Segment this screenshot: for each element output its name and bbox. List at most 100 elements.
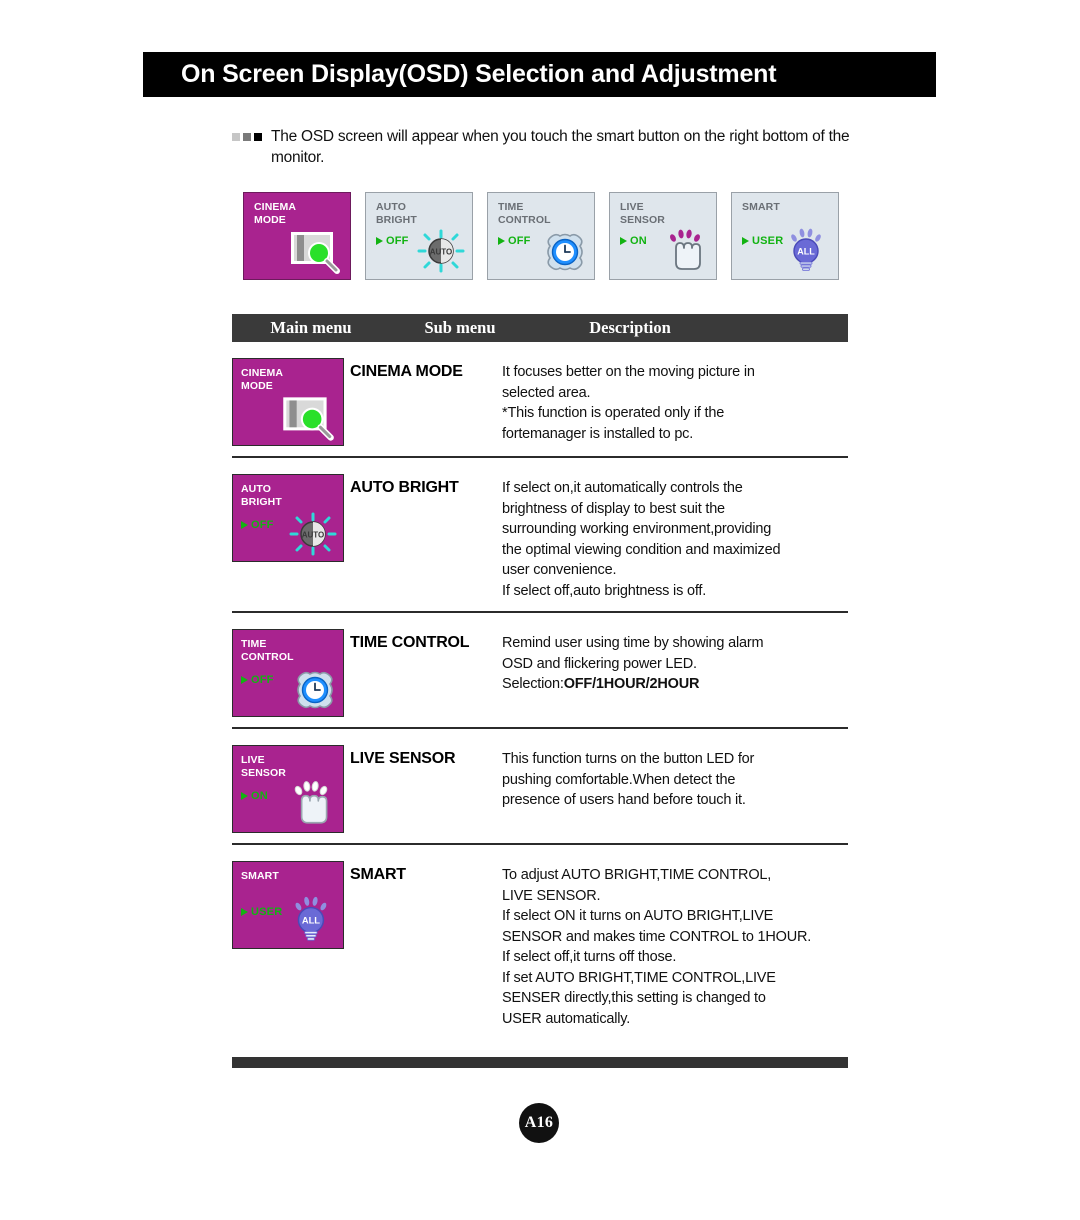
osd-label-line1: SMART [742,201,780,213]
osd-value-text: ON [630,235,647,247]
description-line: user convenience. [502,562,617,578]
osd-button-label: SMART [742,201,780,214]
play-triangle-icon [241,908,248,916]
osd-menu-table: Main menu Sub menu Description CINEMA MO… [232,314,848,1029]
osd-label-line2: CONTROL [241,651,294,663]
osd-button-strip: CINEMA MODE AUTO BRIGHT OFF AUTO TIME CO… [243,192,852,280]
osd-label-line1: LIVE [241,754,265,766]
description-line: SENSOR and makes time CONTROL to 1HOUR. [502,928,812,945]
sub-menu-label: AUTO BRIGHT [350,479,459,496]
alarm-clock-icon [291,667,339,713]
osd-tile-label: TIME CONTROL [241,638,294,664]
osd-button-time-control[interactable]: TIME CONTROL OFF [487,192,595,280]
description-line: the optimal viewing condition and maximi… [502,541,781,558]
description-line: presence of users hand before touch it. [502,792,746,808]
table-header-row: Main menu Sub menu Description [232,314,848,342]
table-header-main-menu: Main menu [270,318,352,337]
osd-value-text: OFF [251,674,274,686]
bullet-squares-icon [232,133,262,141]
light-bulb-all-icon: ALL [783,225,833,275]
cinema-screen-magnifier-icon [275,394,339,442]
svg-text:ALL: ALL [797,247,815,257]
table-cell-description: It focuses better on the moving picture … [502,358,848,446]
play-triangle-icon [241,792,248,800]
osd-button-smart[interactable]: SMART USER ALL [731,192,839,280]
osd-button-value: OFF [376,235,409,247]
footer-bar [232,1057,848,1068]
page-title-bar: On Screen Display(OSD) Selection and Adj… [143,52,936,97]
table-cell-main-menu: LIVE SENSOR ON [232,745,350,833]
sub-menu-label: LIVE SENSOR [350,750,456,767]
description-line: SENSER directly,this setting is changed … [502,990,766,1006]
intro-note: The OSD screen will appear when you touc… [232,126,872,168]
table-cell-description: If select on,it automatically controls t… [502,474,848,601]
selection-lead: Selection: [502,676,564,692]
osd-value-text: OFF [386,235,409,247]
sub-menu-label: TIME CONTROL [350,634,470,651]
osd-value-text: ON [251,790,268,802]
play-triangle-icon [498,237,505,245]
description-line: If select off,auto brightness is off. [502,582,707,599]
description-line: pushing comfortable.When detect the [502,771,736,788]
square-light-icon [232,133,240,141]
osd-tile-label: SMART [241,870,279,883]
table-cell-main-menu: CINEMA MODE [232,358,350,446]
description-line: fortemanager is installed to pc. [502,425,694,442]
svg-text:AUTO: AUTO [430,248,453,257]
table-cell-sub-menu: CINEMA MODE [350,358,502,446]
osd-label-line2: BRIGHT [241,496,282,508]
auto-brightness-icon: AUTO [287,510,339,558]
osd-label-line1: TIME [498,201,524,213]
description-line: This function turns on the button LED fo… [502,751,755,767]
osd-label-line1: LIVE [620,201,644,213]
table-header-description: Description [589,318,671,337]
table-row: SMART USER ALL SMART To adjust AUTO BRIG… [232,845,848,1029]
table-row: AUTO BRIGHT OFF AUTO AUTO BRIGHT If sele… [232,458,848,601]
table-cell-description: Remind user using time by showing alarm … [502,629,848,717]
intro-text: The OSD screen will appear when you touc… [271,128,850,166]
osd-label-line1: CINEMA [241,367,284,379]
hand-touch-sensor-icon [659,225,711,275]
sub-menu-label: SMART [350,866,406,883]
play-triangle-icon [376,237,383,245]
osd-button-label: LIVE SENSOR [620,201,665,227]
description-line: It focuses better on the moving picture … [502,364,755,380]
osd-button-value: USER [742,235,783,247]
osd-label-line2: MODE [241,380,273,392]
osd-button-label: AUTO BRIGHT [376,201,417,227]
osd-tile-value: ON [241,790,268,802]
osd-button-label: TIME CONTROL [498,201,551,227]
selection-options: OFF/1HOUR/2HOUR [563,676,700,692]
osd-label-line2: BRIGHT [376,214,417,226]
square-dark-icon [254,133,262,141]
osd-tile-label: AUTO BRIGHT [241,483,282,509]
description-line: USER automatically. [502,1010,631,1027]
osd-tile-auto-bright: AUTO BRIGHT OFF AUTO [232,474,344,562]
description-line: surrounding working environment,providin… [502,521,772,537]
table-cell-sub-menu: TIME CONTROL [350,629,502,717]
osd-tile-value: OFF [241,674,274,686]
cinema-screen-magnifier-icon [283,229,345,275]
osd-button-cinema-mode[interactable]: CINEMA MODE [243,192,351,280]
osd-label-line2: CONTROL [498,214,551,226]
osd-tile-value: USER [241,906,282,918]
osd-label-line1: CINEMA [254,201,297,213]
osd-button-live-sensor[interactable]: LIVE SENSOR ON [609,192,717,280]
svg-text:AUTO: AUTO [302,531,325,540]
osd-label-line2: MODE [254,214,286,226]
osd-label-line1: AUTO [376,201,406,213]
osd-tile-label: CINEMA MODE [241,367,283,393]
table-cell-main-menu: TIME CONTROL OFF [232,629,350,717]
alarm-clock-icon [541,229,589,275]
osd-tile-label: LIVE SENSOR [241,754,286,780]
description-line: If select on,it automatically controls t… [502,480,743,496]
description-line: LIVE SENSOR. [502,887,601,904]
osd-button-label: CINEMA MODE [254,201,296,227]
sub-menu-label: CINEMA MODE [350,363,463,380]
description-line: To adjust AUTO BRIGHT,TIME CONTROL, [502,867,772,883]
play-triangle-icon [241,521,248,529]
table-cell-main-menu: SMART USER ALL [232,861,350,1029]
table-cell-description: To adjust AUTO BRIGHT,TIME CONTROL, LIVE… [502,861,848,1029]
osd-button-value: ON [620,235,647,247]
osd-button-auto-bright[interactable]: AUTO BRIGHT OFF AUTO [365,192,473,280]
